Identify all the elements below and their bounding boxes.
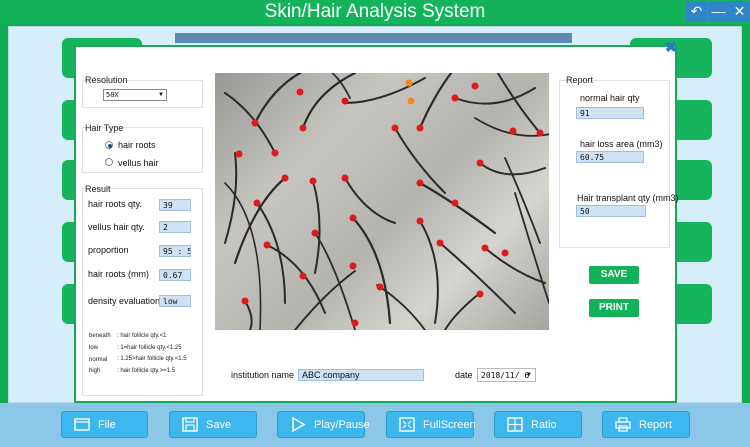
- legend-key: high: [89, 368, 101, 374]
- back-icon: ↶: [690, 3, 703, 19]
- ratio-icon: [507, 417, 523, 432]
- resolution-selected-value: 50X: [106, 91, 119, 99]
- play-pause-button[interactable]: Play/Pause: [277, 411, 370, 438]
- normal-hair-qty-field[interactable]: 91: [576, 107, 644, 119]
- report-label: hair loss area (mm3): [580, 139, 663, 149]
- minimize-button[interactable]: —: [708, 1, 729, 22]
- ratio-button-label: Ratio: [531, 419, 557, 431]
- save-icon: [182, 417, 198, 432]
- file-button-label: File: [98, 419, 116, 431]
- hair-strands-illustration: [224, 73, 549, 330]
- preview-strip: [175, 33, 572, 43]
- report-button-label: Report: [639, 419, 673, 431]
- vellus-hair-qty-field[interactable]: 2: [159, 221, 191, 233]
- legend-key: normal: [89, 357, 108, 363]
- hair-roots-qty-field[interactable]: 39: [159, 199, 191, 211]
- printer-icon: [615, 417, 631, 432]
- ratio-button[interactable]: Ratio: [494, 411, 582, 438]
- density-evaluation-field[interactable]: low: [159, 295, 191, 307]
- result-label: density evaluation: [88, 296, 161, 306]
- result-label: hair roots (mm): [88, 269, 150, 279]
- vellus-hair-label: vellus hair: [118, 158, 159, 168]
- date-value: 2018/11/ 6: [481, 371, 530, 380]
- legend-key: low: [89, 345, 99, 351]
- dialog-close-button[interactable]: ✖: [664, 39, 678, 56]
- result-group: [82, 188, 203, 396]
- report-title: Report: [566, 75, 594, 85]
- date-label: date: [455, 370, 473, 380]
- report-label: Hair transplant qty (mm3): [577, 193, 679, 203]
- legend-desc: : hair follicle qty.<1: [117, 333, 167, 339]
- institution-name-input[interactable]: ABC company: [298, 369, 424, 381]
- chevron-down-icon: ▼: [526, 372, 532, 378]
- resolution-select[interactable]: 50X ▼: [103, 89, 167, 101]
- close-window-button[interactable]: ✕: [729, 1, 750, 22]
- proportion-field[interactable]: 95 : 5: [159, 245, 191, 257]
- close-icon: ✕: [733, 3, 746, 19]
- hair-roots-mm-field[interactable]: 0.67: [159, 269, 191, 281]
- play-icon: [292, 417, 306, 432]
- save-report-button[interactable]: SAVE: [589, 266, 639, 284]
- back-button[interactable]: ↶: [686, 1, 707, 22]
- result-label: proportion: [88, 245, 129, 255]
- resolution-title: Resolution: [85, 75, 128, 85]
- hair-transplant-qty-field[interactable]: 50: [576, 205, 646, 217]
- legend-desc: : 1.25>hair follicle qty.<1.5: [117, 356, 187, 362]
- chevron-down-icon: ▼: [158, 92, 164, 98]
- hair-roots-radio[interactable]: [105, 141, 113, 149]
- minimize-icon: —: [711, 3, 726, 19]
- save-button[interactable]: Save: [169, 411, 257, 438]
- result-label: hair roots qty.: [88, 199, 142, 209]
- report-label: normal hair qty: [580, 93, 640, 103]
- legend-desc: : 1=hair follicle qty.<1.25: [117, 345, 182, 351]
- play-pause-button-label: Play/Pause: [314, 419, 370, 431]
- hair-roots-label: hair roots: [118, 140, 156, 150]
- close-icon: ✖: [664, 39, 678, 56]
- hair-loss-area-field[interactable]: 60.75: [576, 151, 644, 163]
- legend-desc: : hair follicle qty.>=1.5: [117, 368, 175, 374]
- hair-type-title: Hair Type: [85, 123, 124, 133]
- report-group: [559, 80, 670, 248]
- vellus-hair-radio[interactable]: [105, 158, 113, 166]
- legend-key: beneath: [89, 333, 111, 339]
- institution-name-label: institution name: [231, 370, 295, 380]
- save-button-label: Save: [206, 419, 232, 431]
- report-button[interactable]: Report: [602, 411, 690, 438]
- date-picker[interactable]: 2018/11/ 6 ▼: [477, 368, 536, 382]
- result-title: Result: [85, 184, 111, 194]
- window-title-bar: Skin/Hair Analysis System: [0, 0, 750, 24]
- print-report-button[interactable]: PRINT: [589, 299, 639, 317]
- file-button[interactable]: File: [61, 411, 148, 438]
- fullscreen-button-label: FullScreen: [423, 419, 476, 431]
- window-title: Skin/Hair Analysis System: [264, 1, 486, 22]
- folder-icon: [74, 418, 90, 431]
- hair-microscope-image[interactable]: [215, 73, 549, 330]
- result-label: vellus hair qty.: [88, 222, 145, 232]
- fullscreen-button[interactable]: FullScreen: [386, 411, 476, 438]
- fullscreen-icon: [399, 417, 415, 432]
